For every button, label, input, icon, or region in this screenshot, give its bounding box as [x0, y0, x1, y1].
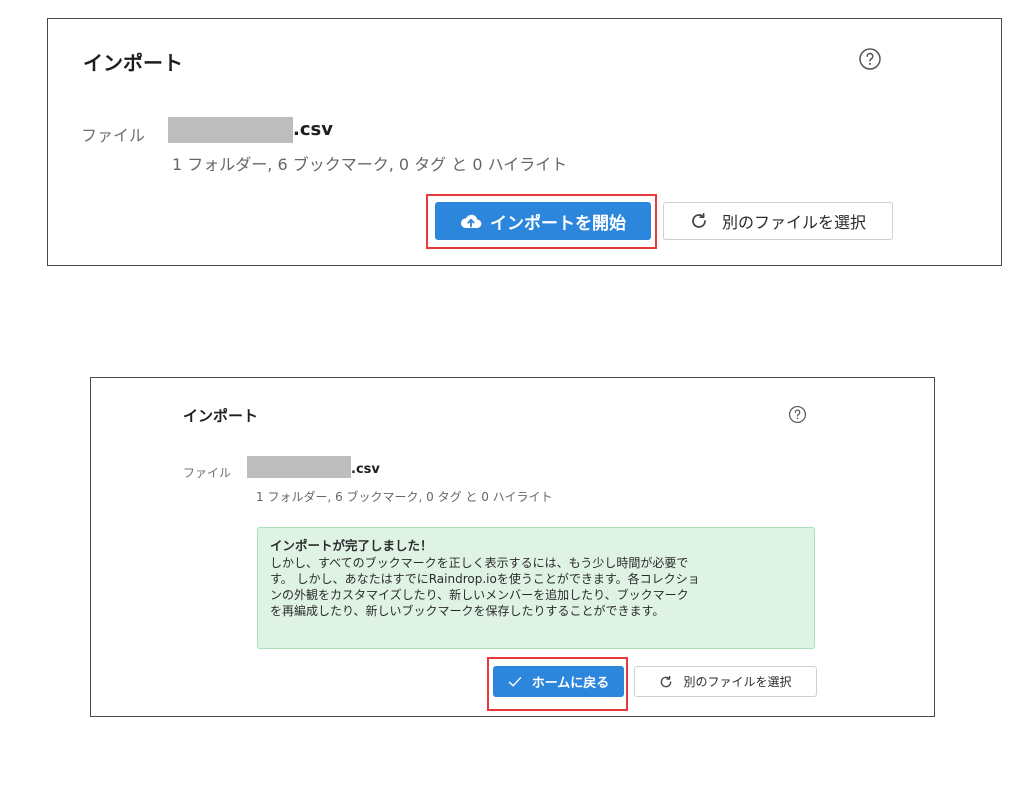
file-extension: .csv — [351, 462, 380, 477]
refresh-icon — [661, 675, 672, 687]
start-import-button[interactable]: インポートを開始 — [435, 202, 651, 240]
question-circle-icon[interactable] — [858, 47, 882, 71]
file-extension: .csv — [293, 119, 333, 140]
choose-other-file-button[interactable]: 別のファイルを選択 — [663, 202, 893, 240]
back-to-home-button[interactable]: ホームに戻る — [493, 666, 624, 697]
success-title: インポートが完了しました！ — [270, 538, 433, 553]
check-icon — [508, 676, 521, 686]
choose-other-file-label: 別のファイルを選択 — [721, 213, 866, 232]
file-label: ファイル — [81, 126, 146, 145]
import-success-alert: インポートが完了しました！ しかし、すべてのブックマークを正しく表示するには、も… — [257, 527, 815, 649]
question-circle-icon[interactable] — [788, 405, 807, 424]
file-summary: 1 フォルダー, 6 ブックマーク, 0 タグ と 0 ハイライト — [256, 490, 553, 504]
refresh-icon — [692, 212, 706, 228]
page-title: インポート — [83, 51, 183, 75]
redacted-filename — [168, 117, 293, 143]
file-summary: 1 フォルダー, 6 ブックマーク, 0 タグ と 0 ハイライト — [172, 155, 568, 174]
import-panel-before: インポート ファイル .csv 1 フォルダー, 6 ブックマーク, 0 タグ … — [47, 18, 1002, 266]
import-panel-after: インポート ファイル .csv 1 フォルダー, 6 ブックマーク, 0 タグ … — [90, 377, 935, 717]
start-import-label: インポートを開始 — [490, 213, 626, 234]
choose-other-file-button[interactable]: 別のファイルを選択 — [634, 666, 817, 697]
back-to-home-label: ホームに戻る — [531, 676, 610, 691]
choose-other-file-label: 別のファイルを選択 — [683, 675, 792, 689]
page-title: インポート — [183, 407, 259, 425]
file-label: ファイル — [183, 466, 232, 480]
redacted-filename — [247, 456, 351, 478]
success-message: しかし、すべてのブックマークを正しく表示するには、もう少し時間が必要で す。 し… — [270, 556, 700, 618]
cloud-upload-icon — [460, 214, 482, 229]
